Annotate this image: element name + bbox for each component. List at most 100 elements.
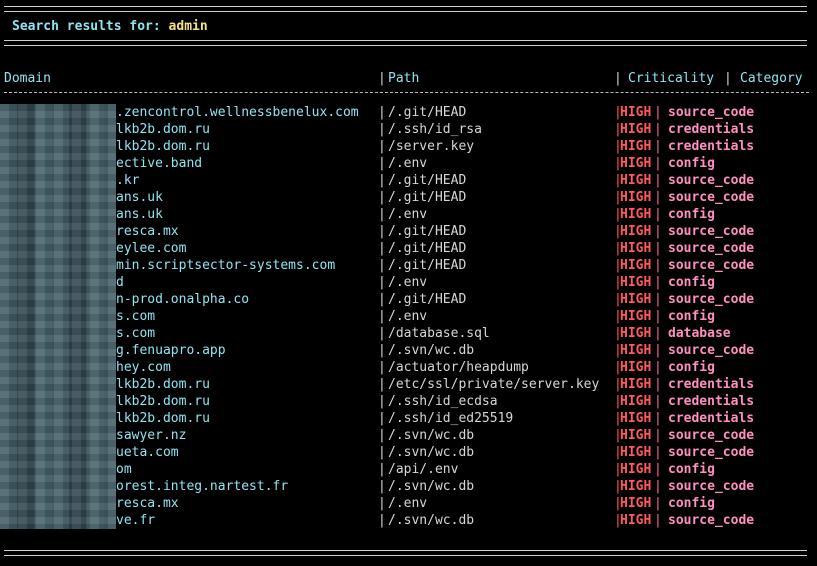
row-category: config — [668, 309, 715, 324]
table-row: n-prod.onalpha.co |/.git/HEAD | HIGH | source… — [0, 291, 817, 308]
table-row: resca.mx |/.git/HEAD | HIGH | source_code — [0, 223, 817, 240]
column-header-domain: Domain — [4, 71, 51, 86]
row-domain[interactable]: .kr — [116, 172, 139, 189]
row-criticality: HIGH — [620, 122, 652, 137]
column-separator: | — [378, 292, 386, 307]
row-category: source_code — [668, 479, 755, 494]
row-domain[interactable]: om — [116, 461, 132, 478]
table-row: eylee.com |/.git/HEAD | HIGH | source_code — [0, 240, 817, 257]
column-separator: | — [654, 122, 662, 137]
column-separator: | — [378, 71, 386, 86]
row-domain[interactable]: ective.band — [116, 155, 202, 172]
column-separator: | — [654, 190, 662, 205]
row-criticality: HIGH — [620, 377, 652, 392]
table-row: .zencontrol.wellnessbenelux.com |/.git/HE… — [0, 104, 817, 121]
row-domain[interactable]: lkb2b.dom.ru — [116, 393, 210, 410]
column-separator: | — [378, 377, 386, 392]
row-domain[interactable]: ans.uk — [116, 189, 163, 206]
row-path: /.git/HEAD — [388, 241, 467, 256]
column-separator: | — [378, 156, 386, 171]
row-domain[interactable]: hey.com — [116, 359, 171, 376]
table-row: lkb2b.dom.ru |/.ssh/id_ed25519 | HIGH | crede… — [0, 410, 817, 427]
row-criticality: HIGH — [620, 105, 652, 120]
row-domain[interactable]: lkb2b.dom.ru — [116, 376, 210, 393]
row-category: config — [668, 207, 715, 222]
row-criticality: HIGH — [620, 224, 652, 239]
table-row: .kr |/.git/HEAD | HIGH | source_code — [0, 172, 817, 189]
table-row: s.com |/database.sql | HIGH | database — [0, 325, 817, 342]
row-category: credentials — [668, 122, 755, 137]
row-domain[interactable]: .zencontrol.wellnessbenelux.com — [116, 104, 359, 121]
title-double-rule — [4, 40, 807, 46]
table-row: lkb2b.dom.ru |/etc/ssl/private/server.key… — [0, 376, 817, 393]
row-domain[interactable]: lkb2b.dom.ru — [116, 410, 210, 427]
column-separator: | — [378, 343, 386, 358]
row-domain[interactable]: g.fenuapro.app — [116, 342, 226, 359]
row-domain[interactable]: resca.mx — [116, 495, 179, 512]
row-category: source_code — [668, 292, 755, 307]
row-path: /.git/HEAD — [388, 173, 467, 188]
row-path: /etc/ssl/private/server.key — [388, 377, 600, 392]
row-category: source_code — [668, 241, 755, 256]
column-separator: | — [378, 190, 386, 205]
row-category: config — [668, 360, 715, 375]
row-path: /.git/HEAD — [388, 190, 467, 205]
row-category: credentials — [668, 411, 755, 426]
row-criticality: HIGH — [620, 207, 652, 222]
row-domain[interactable]: ve.fr — [116, 512, 155, 529]
search-title: Search results for: admin — [12, 18, 208, 35]
row-domain[interactable]: orest.integ.nartest.fr — [116, 478, 288, 495]
search-query: admin — [168, 19, 208, 34]
row-path: /.ssh/id_ecdsa — [388, 394, 498, 409]
row-domain[interactable]: ans.uk — [116, 206, 163, 223]
column-separator: | — [378, 105, 386, 120]
column-separator: | — [654, 360, 662, 375]
column-separator: | — [378, 394, 386, 409]
row-path: /.env — [388, 275, 428, 290]
column-separator: | — [378, 309, 386, 324]
row-criticality: HIGH — [620, 292, 652, 307]
row-category: credentials — [668, 139, 755, 154]
row-domain[interactable]: min.scriptsector-systems.com — [116, 257, 335, 274]
row-path: /actuator/heapdump — [388, 360, 529, 375]
column-separator: | — [654, 411, 662, 426]
column-separator: | — [654, 173, 662, 188]
table-row: ans.uk |/.git/HEAD | HIGH | source_code — [0, 189, 817, 206]
row-path: /api/.env — [388, 462, 459, 477]
row-criticality: HIGH — [620, 445, 652, 460]
row-criticality: HIGH — [620, 326, 652, 341]
row-path: /database.sql — [388, 326, 490, 341]
row-category: source_code — [668, 343, 755, 358]
column-separator: | — [654, 496, 662, 511]
column-separator: | — [378, 241, 386, 256]
row-domain[interactable]: s.com — [116, 325, 155, 342]
row-criticality: HIGH — [620, 173, 652, 188]
row-criticality: HIGH — [620, 241, 652, 256]
column-separator: | — [654, 105, 662, 120]
row-domain[interactable]: lkb2b.dom.ru — [116, 121, 210, 138]
row-domain[interactable]: eylee.com — [116, 240, 186, 257]
row-criticality: HIGH — [620, 343, 652, 358]
row-domain[interactable]: s.com — [116, 308, 155, 325]
row-domain[interactable]: n-prod.onalpha.co — [116, 291, 249, 308]
row-domain[interactable]: d — [116, 274, 124, 291]
row-criticality: HIGH — [620, 275, 652, 290]
row-path: /server.key — [388, 139, 475, 154]
row-category: config — [668, 462, 715, 477]
row-domain[interactable]: ueta.com — [116, 444, 179, 461]
table-row: orest.integ.nartest.fr |/.svn/wc.db | HIGH |… — [0, 478, 817, 495]
row-path: /.env — [388, 496, 428, 511]
row-category: credentials — [668, 377, 755, 392]
row-domain[interactable]: resca.mx — [116, 223, 179, 240]
row-domain[interactable]: sawyer.nz — [116, 427, 186, 444]
row-path: /.git/HEAD — [388, 224, 467, 239]
column-separator: | — [614, 71, 622, 86]
results-table: .zencontrol.wellnessbenelux.com |/.git/HE… — [0, 104, 817, 529]
row-path: /.ssh/id_ed25519 — [388, 411, 514, 426]
table-row: ve.fr |/.svn/wc.db | HIGH | source_code — [0, 512, 817, 529]
column-separator: | — [378, 479, 386, 494]
column-separator: | — [654, 258, 662, 273]
column-separator: | — [378, 224, 386, 239]
column-separator: | — [654, 394, 662, 409]
row-domain[interactable]: lkb2b.dom.ru — [116, 138, 210, 155]
